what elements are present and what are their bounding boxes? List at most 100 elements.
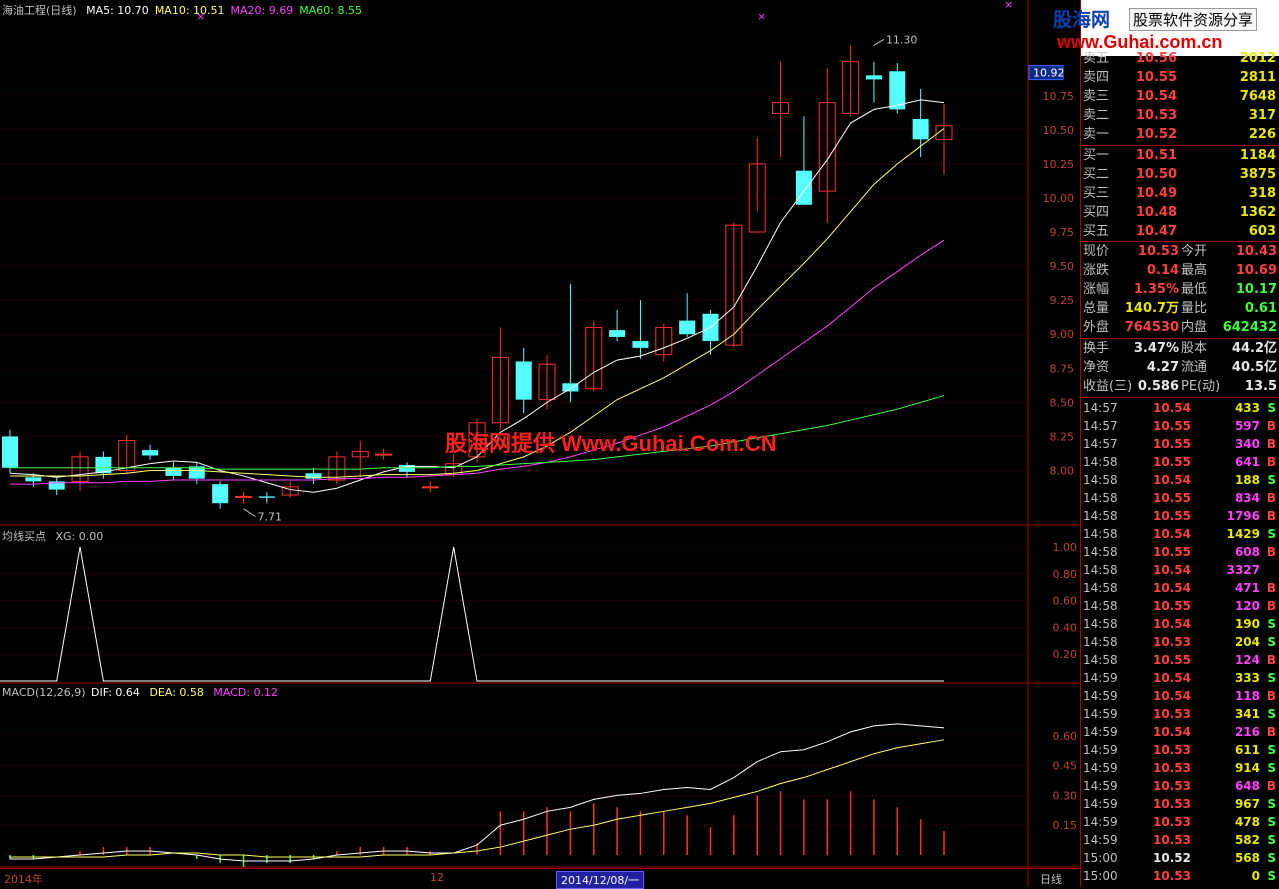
tick-row: 14:59 10.53 611 S [1081, 741, 1279, 759]
macd-value: MACD: 0.12 [213, 686, 279, 699]
tick-row: 14:58 10.54 3327 [1081, 561, 1279, 579]
divider [1081, 397, 1279, 398]
low-annotation: 7.71 [258, 511, 283, 524]
order-volume: 318 [1248, 186, 1276, 201]
selected-date[interactable]: 2014/12/08/一 [556, 871, 645, 889]
indicator-axis-label: 0.80 [1053, 568, 1078, 581]
tick-time: 14:58 [1083, 599, 1118, 613]
tick-time: 14:59 [1083, 833, 1118, 847]
macd-dea: DEA: 0.58 [149, 686, 204, 699]
order-price: 10.48 [1135, 205, 1177, 220]
stat-value: 13.5 [1244, 379, 1277, 394]
tick-direction: B [1266, 599, 1276, 613]
tick-direction: S [1267, 851, 1276, 865]
tick-direction: S [1267, 869, 1276, 883]
ma-legend-item: MA60: 8.55 [299, 4, 362, 17]
stat-label: 流通 [1181, 360, 1208, 375]
order-volume: 2012 [1239, 51, 1276, 66]
tick-direction: S [1267, 761, 1276, 775]
price-axis-label: 8.75 [1050, 362, 1075, 375]
tick-row: 14:59 10.54 118 B [1081, 687, 1279, 705]
quote-row: 涨幅 1.35% 最低 10.17 [1081, 280, 1279, 299]
top-marker: × [757, 10, 766, 23]
order-row[interactable]: 卖四 10.55 2811 [1081, 68, 1279, 87]
period-label[interactable]: 日线 [1040, 871, 1062, 887]
tick-price: 10.55 [1153, 599, 1191, 613]
tick-row: 14:58 10.54 471 B [1081, 579, 1279, 597]
order-label: 卖四 [1083, 70, 1110, 85]
tick-volume: 478 [1234, 815, 1260, 829]
order-row[interactable]: 买三 10.49 318 [1081, 184, 1279, 203]
quote-value: 642432 [1222, 320, 1277, 335]
candle-body-down [212, 484, 229, 504]
price-axis-label: 10.00 [1043, 192, 1075, 205]
tick-direction: B [1266, 653, 1276, 667]
chart-area[interactable]: 10.75 10.50 10.25 10.00 9.75 9.50 9.25 9.00 8.75… [0, 0, 1080, 889]
tick-direction: S [1267, 527, 1276, 541]
tick-row: 14:59 10.53 582 S [1081, 831, 1279, 849]
price-axis-label: 10.75 [1043, 90, 1075, 103]
tick-direction: B [1266, 689, 1276, 703]
order-label: 卖一 [1083, 127, 1110, 142]
tick-direction: B [1266, 545, 1276, 559]
macd-axis-label: 0.30 [1053, 789, 1078, 802]
order-row[interactable]: 卖二 10.53 317 [1081, 106, 1279, 125]
stock-title: 海油工程(日线) [2, 4, 77, 17]
tick-price: 10.53 [1153, 815, 1191, 829]
quote-panel: 股海网 股票软件资源分享 www.Guhai.com.cn 卖五 10.56 201… [1053, 0, 1279, 887]
tick-row: 14:59 10.54 333 S [1081, 669, 1279, 687]
tick-volume: 648 [1234, 779, 1260, 793]
tick-direction: B [1266, 509, 1276, 523]
tick-row: 14:59 10.54 216 B [1081, 723, 1279, 741]
tick-volume: 1796 [1226, 509, 1260, 523]
order-row[interactable]: 买一 10.51 1184 [1081, 146, 1279, 165]
tick-time: 14:57 [1083, 401, 1118, 415]
quote-value: 0.14 [1146, 263, 1179, 278]
tick-direction: S [1267, 635, 1276, 649]
order-row[interactable]: 买五 10.47 603 [1081, 222, 1279, 241]
order-row[interactable]: 卖一 10.52 226 [1081, 125, 1279, 144]
price-axis-label: 9.00 [1050, 328, 1075, 341]
quote-label: 涨幅 [1083, 282, 1110, 297]
candle-body-down [609, 330, 626, 337]
tick-price: 10.53 [1153, 761, 1191, 775]
price-axis-label: 8.25 [1050, 430, 1075, 443]
quote-label: 最低 [1181, 282, 1208, 297]
price-axis-label: 9.25 [1050, 294, 1075, 307]
tick-time: 14:58 [1083, 653, 1118, 667]
tick-row: 14:59 10.53 341 S [1081, 705, 1279, 723]
stat-label: 净资 [1083, 360, 1110, 375]
tick-time: 14:59 [1083, 761, 1118, 775]
order-row[interactable]: 卖三 10.54 7648 [1081, 87, 1279, 106]
tick-volume: 608 [1234, 545, 1260, 559]
site-banner: 股海网 股票软件资源分享 www.Guhai.com.cn [1053, 0, 1279, 56]
tick-time: 14:59 [1083, 743, 1118, 757]
stat-label: 换手 [1083, 341, 1110, 356]
tick-row: 15:00 10.52 568 S [1081, 849, 1279, 867]
tick-volume: 0 [1251, 869, 1260, 883]
quote-value: 10.69 [1235, 263, 1277, 278]
stat-row: 换手 3.47% 股本 44.2亿 [1081, 339, 1279, 358]
stat-value: 40.5亿 [1231, 360, 1277, 375]
stat-row: 收益(三) 0.586 PE(动) 13.5 [1081, 377, 1279, 396]
top-marker: × [1004, 0, 1013, 11]
indicator-legend: 均线买点 XG: 0.00 [2, 528, 109, 544]
candle-body-down [25, 477, 42, 482]
candle-body-down [165, 467, 182, 476]
order-row[interactable]: 买四 10.48 1362 [1081, 203, 1279, 222]
tick-row: 14:57 10.54 433 S [1081, 399, 1279, 417]
order-row[interactable]: 买二 10.50 3875 [1081, 165, 1279, 184]
price-axis-label: 9.50 [1050, 260, 1075, 273]
order-price: 10.56 [1135, 51, 1177, 66]
order-label: 买二 [1083, 167, 1110, 182]
order-label: 买三 [1083, 186, 1110, 201]
tick-volume: 471 [1234, 581, 1260, 595]
banner-logo: 股海网 [1053, 10, 1111, 31]
high-pointer [873, 38, 885, 46]
main-legend: 海油工程(日线) MA5: 10.70 MA10: 10.51 MA20: 9.69… [2, 2, 374, 18]
order-row[interactable]: 卖五 10.56 2012 [1081, 49, 1279, 68]
order-label: 卖三 [1083, 89, 1110, 104]
macd-axis-label: 0.45 [1053, 760, 1078, 773]
order-price: 10.55 [1135, 70, 1177, 85]
order-volume: 2811 [1239, 70, 1276, 85]
